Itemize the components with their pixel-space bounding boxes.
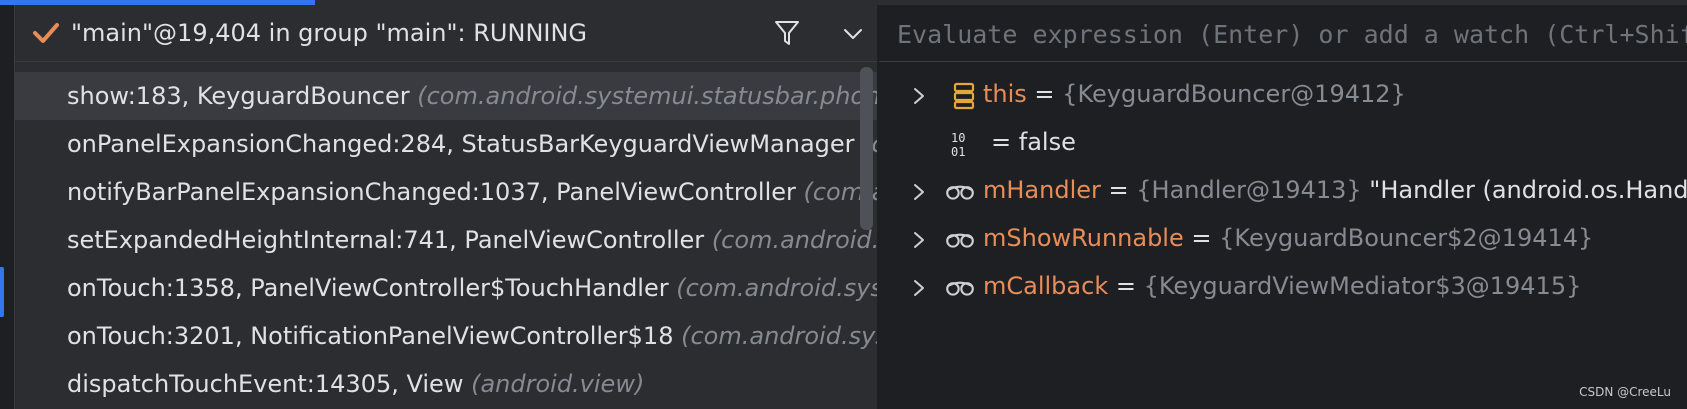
svg-text:01: 01 [951, 145, 965, 158]
frames-panel: "main"@19,404 in group "main": RUNNING s… [15, 5, 877, 409]
frame-row[interactable]: setExpandedHeightInternal:741, PanelView… [15, 216, 877, 264]
left-gutter [0, 5, 15, 409]
variables-panel: this = {KeyguardBouncer@19412} 10 01 = f… [879, 5, 1687, 409]
frame-text: dispatchTouchEvent:14305, View (android.… [67, 370, 645, 398]
watch-glasses-icon [946, 233, 974, 248]
watermark: CSDN @CreeLu [1579, 385, 1671, 399]
thread-selector[interactable]: "main"@19,404 in group "main": RUNNING [15, 5, 877, 62]
frames-list: show:183, KeyguardBouncer (com.android.s… [15, 62, 877, 409]
svg-text:10: 10 [951, 131, 965, 145]
frame-row[interactable]: onTouch:1358, PanelViewController$TouchH… [15, 264, 877, 312]
variable-text: mCallback = {KeyguardViewMediator$3@1941… [983, 272, 1582, 300]
watch-glasses-icon [946, 281, 974, 296]
frames-scrollbar[interactable] [860, 67, 873, 230]
frame-row[interactable]: show:183, KeyguardBouncer (com.android.s… [15, 72, 877, 120]
watch-glasses-icon [946, 185, 974, 200]
frame-text: onTouch:3201, NotificationPanelViewContr… [67, 322, 877, 350]
chevron-right-icon[interactable] [911, 86, 927, 106]
variable-text: mShowRunnable = {KeyguardBouncer$2@19414… [983, 224, 1594, 252]
evaluate-input[interactable] [895, 17, 1687, 51]
object-icon [953, 82, 975, 110]
variable-text: = false [991, 128, 1076, 156]
frame-row[interactable]: onPanelExpansionChanged:284, StatusBarKe… [15, 120, 877, 168]
check-icon [33, 23, 59, 43]
thread-label: "main"@19,404 in group "main": RUNNING [71, 19, 588, 47]
frame-row[interactable]: dispatchTouchEvent:14305, View (android.… [15, 360, 877, 408]
frame-row[interactable]: notifyBarPanelExpansionChanged:1037, Pan… [15, 168, 877, 216]
binary-icon: 10 01 [951, 131, 965, 158]
variable-text: mHandler = {Handler@19413} "Handler (and… [983, 176, 1687, 204]
frame-text: notifyBarPanelExpansionChanged:1037, Pan… [67, 178, 877, 206]
variable-row[interactable]: 10 01 = false [879, 120, 1687, 168]
variable-row[interactable]: mHandler = {Handler@19413} "Handler (and… [879, 168, 1687, 216]
chevron-right-icon[interactable] [911, 182, 927, 202]
gutter-marker [0, 267, 4, 317]
variable-text: this = {KeyguardBouncer@19412} [983, 80, 1406, 108]
evaluate-bar [879, 5, 1687, 62]
variable-row[interactable]: mCallback = {KeyguardViewMediator$3@1941… [879, 264, 1687, 312]
frame-row[interactable]: onTouch:3201, NotificationPanelViewContr… [15, 312, 877, 360]
variable-row[interactable]: this = {KeyguardBouncer@19412} [879, 72, 1687, 120]
frame-text: setExpandedHeightInternal:741, PanelView… [67, 226, 877, 254]
frame-text: onTouch:1358, PanelViewController$TouchH… [67, 274, 877, 302]
chevron-down-icon[interactable] [841, 24, 865, 44]
frame-text: show:183, KeyguardBouncer (com.android.s… [67, 82, 877, 110]
variable-row[interactable]: mShowRunnable = {KeyguardBouncer$2@19414… [879, 216, 1687, 264]
frame-text: onPanelExpansionChanged:284, StatusBarKe… [67, 130, 877, 158]
filter-icon[interactable] [773, 19, 801, 47]
chevron-right-icon[interactable] [911, 278, 927, 298]
chevron-right-icon[interactable] [911, 230, 927, 250]
